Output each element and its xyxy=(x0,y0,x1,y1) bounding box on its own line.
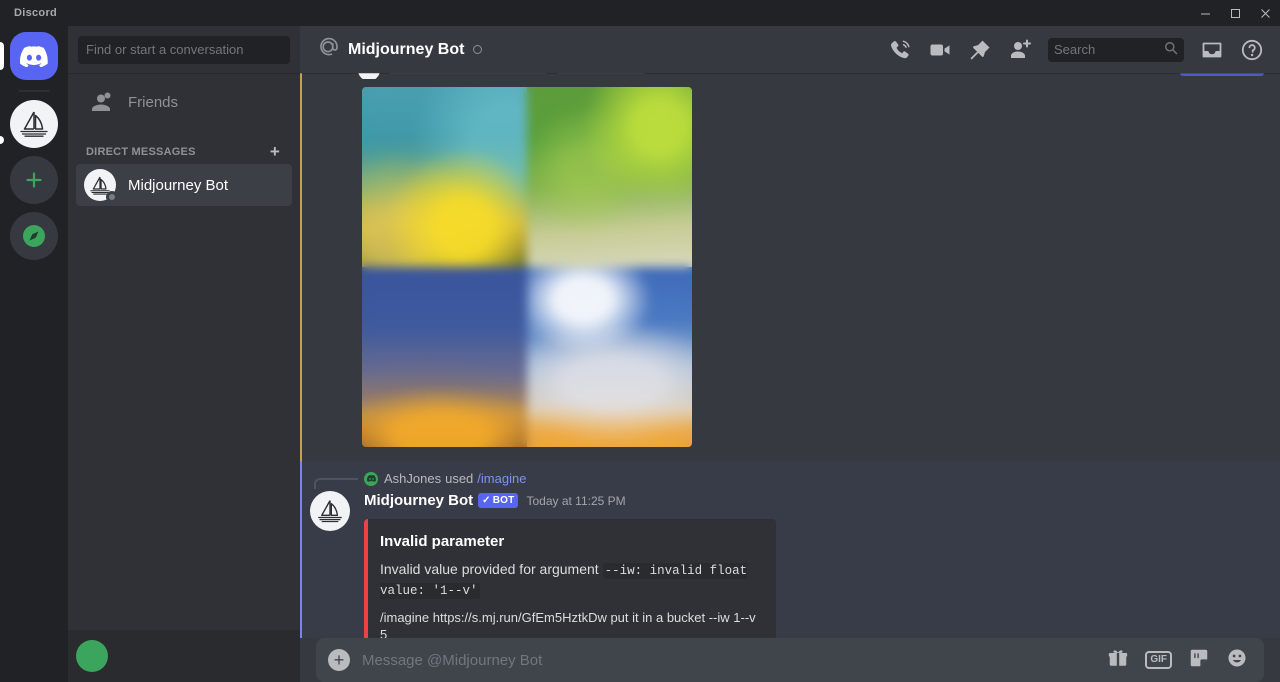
command-author: AshJones xyxy=(384,471,442,486)
gif-label: GIF xyxy=(1150,654,1167,665)
message-timestamp: Today at 11:25 PM xyxy=(526,493,626,508)
inbox-button[interactable] xyxy=(1200,38,1224,62)
explore-servers-button[interactable] xyxy=(10,212,58,260)
sidebar-item-friends[interactable]: Friends xyxy=(76,81,292,123)
avatar xyxy=(364,471,378,486)
minimize-icon xyxy=(1200,13,1210,14)
avatar xyxy=(76,640,108,672)
friends-icon xyxy=(84,90,116,114)
plus-icon xyxy=(26,172,42,188)
title-bar: Discord xyxy=(0,0,1280,26)
close-icon xyxy=(1260,8,1270,18)
bot-badge: ✓ BOT xyxy=(478,493,519,508)
help-button[interactable] xyxy=(1240,38,1264,62)
status-circle-icon xyxy=(473,45,483,54)
message-list[interactable]: AshJones used /imagine Midjourney Bot ✓ … xyxy=(300,73,1280,638)
upload-attachment-button[interactable]: + xyxy=(316,649,362,671)
slash-command-link[interactable]: /imagine xyxy=(477,471,526,486)
sailboat-icon xyxy=(20,111,48,137)
search-input[interactable]: Search xyxy=(1048,37,1184,62)
create-dm-button[interactable]: + xyxy=(270,143,284,160)
bot-badge-label: BOT xyxy=(492,495,515,506)
minimize-button[interactable] xyxy=(1190,0,1220,26)
plus-circle-icon: + xyxy=(328,649,350,671)
gift-button[interactable] xyxy=(1107,647,1129,674)
friends-label: Friends xyxy=(128,93,179,111)
avatar xyxy=(84,169,118,203)
user-panel[interactable] xyxy=(68,630,300,682)
add-server-button[interactable] xyxy=(10,156,58,204)
sailboat-icon xyxy=(318,500,342,523)
composer-wrap: + Message @Midjourney Bot GIF xyxy=(300,638,1280,682)
maximize-button[interactable] xyxy=(1220,0,1250,26)
command-used-line: AshJones used /imagine xyxy=(314,471,1280,489)
embed-invalid-parameter: Invalid parameter Invalid value provided… xyxy=(364,519,776,638)
message-input-placeholder: Message @Midjourney Bot xyxy=(362,651,543,669)
message-author-name[interactable]: Midjourney Bot xyxy=(364,492,473,509)
maximize-icon xyxy=(1230,8,1240,18)
close-button[interactable] xyxy=(1250,0,1280,26)
message-author-line: Midjourney Bot ✓ BOT Today at 11:25 PM xyxy=(364,492,1280,509)
verified-check-icon: ✓ xyxy=(482,495,491,506)
sidebar-item-dm-midjourney-bot[interactable]: Midjourney Bot xyxy=(76,164,292,206)
start-video-call-button[interactable] xyxy=(928,38,952,62)
avatar[interactable] xyxy=(310,491,350,531)
active-server-pill xyxy=(0,42,4,70)
page-title: Midjourney Bot xyxy=(348,40,465,58)
add-friends-button[interactable] xyxy=(1008,38,1032,62)
emoji-button[interactable] xyxy=(1226,647,1248,674)
embed-description: Invalid value provided for argument --iw… xyxy=(380,560,760,600)
command-used-verb: used xyxy=(445,471,474,486)
avatar xyxy=(358,73,380,79)
find-conversation-input[interactable]: Find or start a conversation xyxy=(78,35,290,64)
chat-panel: Midjourney Bot Search AshJones used /ima… xyxy=(300,26,1280,682)
text-placeholder xyxy=(388,73,548,74)
discord-window: Discord Find or start a conversation Fri… xyxy=(0,0,1280,682)
dm-list: Friends DIRECT MESSAGES + Midjourney Bot xyxy=(68,73,300,630)
sticker-button[interactable] xyxy=(1188,647,1210,674)
window-controls xyxy=(1190,0,1280,26)
button-placeholder[interactable] xyxy=(1180,73,1264,76)
at-icon xyxy=(316,35,340,64)
dm-sidebar: Find or start a conversation Friends DIR… xyxy=(68,26,300,682)
reply-connector xyxy=(314,478,358,489)
search-icon xyxy=(1164,41,1178,58)
message-ephemeral-error[interactable]: AshJones used /imagine Midjourney Bot ✓ … xyxy=(300,461,1280,638)
start-voice-call-button[interactable] xyxy=(888,38,912,62)
message-composer[interactable]: + Message @Midjourney Bot GIF xyxy=(316,638,1264,682)
sidebar-item-server-midjourney[interactable] xyxy=(10,100,58,148)
direct-messages-label: DIRECT MESSAGES xyxy=(86,145,196,158)
discord-logo-icon xyxy=(20,45,48,67)
sidebar-search-wrap: Find or start a conversation xyxy=(68,26,300,73)
compass-icon xyxy=(23,225,45,247)
gif-button[interactable]: GIF xyxy=(1145,651,1172,669)
status-badge xyxy=(106,191,118,203)
server-rail xyxy=(0,26,68,682)
embed-title: Invalid parameter xyxy=(380,533,505,550)
unread-server-pill xyxy=(0,136,4,144)
rail-separator xyxy=(18,90,50,92)
app-title: Discord xyxy=(14,7,58,19)
message-cutoff-header xyxy=(358,73,1264,79)
image-blur-overlay xyxy=(362,87,692,447)
message-input[interactable]: Message @Midjourney Bot xyxy=(362,652,1107,669)
embed-footer-command: /imagine https://s.mj.run/GfEm5HztkDw pu… xyxy=(380,609,756,638)
embed-description-text: Invalid value provided for argument xyxy=(380,561,603,577)
search-placeholder: Search xyxy=(1054,42,1096,57)
image-grid[interactable] xyxy=(362,87,692,447)
dm-label: Midjourney Bot xyxy=(128,176,229,194)
composer-actions: GIF xyxy=(1107,647,1248,674)
sidebar-item-home[interactable] xyxy=(10,32,58,80)
text-placeholder xyxy=(556,73,646,74)
chat-header-actions: Search xyxy=(888,37,1272,62)
find-conversation-placeholder: Find or start a conversation xyxy=(86,42,244,57)
pinned-messages-button[interactable] xyxy=(968,38,992,62)
direct-messages-header: DIRECT MESSAGES + xyxy=(76,125,292,164)
chat-header: Midjourney Bot Search xyxy=(300,26,1280,73)
message-image-result[interactable] xyxy=(300,73,1280,461)
